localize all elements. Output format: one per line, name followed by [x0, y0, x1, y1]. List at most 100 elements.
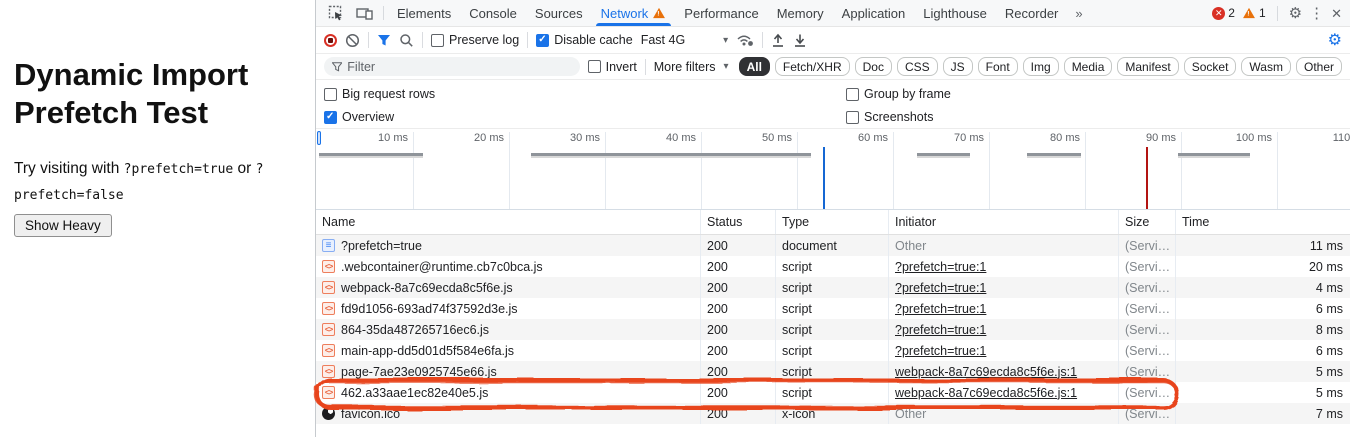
group-by-frame-checkbox[interactable]: Group by frame: [846, 87, 951, 101]
column-header-name[interactable]: Name: [316, 210, 701, 234]
request-row-864-35da487265716ec6-js[interactable]: <>864-35da487265716ec6.js200script?prefe…: [316, 319, 1350, 340]
more-filters-dropdown[interactable]: More filters▾: [654, 60, 729, 74]
request-time: 6 ms: [1176, 340, 1350, 361]
script-type-icon: <>: [322, 281, 335, 294]
initiator-link[interactable]: ?prefetch=true:1: [895, 260, 986, 274]
chip-manifest[interactable]: Manifest: [1117, 57, 1178, 76]
search-icon[interactable]: [399, 33, 414, 48]
document-type-icon: ≡: [322, 239, 335, 252]
initiator-link[interactable]: webpack-8a7c69ecda8c5f6e.js:1: [895, 386, 1077, 400]
tabbar-right-controls: ✕2 1 ⚙ ⋮ ✕: [1212, 0, 1350, 26]
column-header-type[interactable]: Type: [776, 210, 889, 234]
request-status: 200: [701, 319, 776, 340]
show-heavy-button[interactable]: Show Heavy: [14, 214, 112, 237]
column-header-status[interactable]: Status: [701, 210, 776, 234]
big-request-rows-checkbox[interactable]: Big request rows: [324, 87, 435, 101]
filter-toggle-icon[interactable]: [377, 34, 391, 47]
request-row--webcontainer-runtime-cb7c0bca-js[interactable]: <>.webcontainer@runtime.cb7c0bca.js200sc…: [316, 256, 1350, 277]
throttling-select[interactable]: Fast 4G▾: [641, 33, 729, 47]
chip-all[interactable]: All: [739, 57, 770, 76]
request-status: 200: [701, 277, 776, 298]
tab-recorder[interactable]: Recorder: [996, 0, 1067, 26]
overview-left-grip[interactable]: [317, 131, 321, 145]
tab-lighthouse[interactable]: Lighthouse: [914, 0, 996, 26]
chip-fetch-xhr[interactable]: Fetch/XHR: [775, 57, 850, 76]
initiator-text: Other: [895, 407, 926, 421]
tab-elements[interactable]: Elements: [388, 0, 460, 26]
divider: [368, 32, 369, 48]
tab-network[interactable]: Network: [592, 0, 676, 26]
filter-funnel-icon: [332, 62, 342, 72]
network-overview-timeline[interactable]: 10 ms20 ms30 ms40 ms50 ms60 ms70 ms80 ms…: [316, 129, 1350, 210]
invert-checkbox[interactable]: Invert: [588, 60, 637, 74]
chip-font[interactable]: Font: [978, 57, 1018, 76]
network-conditions-icon[interactable]: [736, 33, 754, 47]
inspect-element-icon[interactable]: [322, 0, 350, 26]
request-row--prefetch-true[interactable]: ≡?prefetch=true200documentOther(Servi…11…: [316, 235, 1350, 256]
console-errors-badge[interactable]: ✕2: [1212, 6, 1235, 20]
chip-wasm[interactable]: Wasm: [1241, 57, 1291, 76]
tab-console[interactable]: Console: [460, 0, 526, 26]
screenshot-root: { "page": { "title_line1": "Dynamic Impo…: [0, 0, 1350, 437]
device-toolbar-icon[interactable]: [350, 0, 379, 26]
divider: [762, 32, 763, 48]
request-time: 11 ms: [1176, 235, 1350, 256]
export-har-icon[interactable]: [793, 33, 807, 48]
import-har-icon[interactable]: [771, 33, 785, 48]
timeline-tick-label: 40 ms: [666, 132, 696, 144]
column-header-size[interactable]: Size: [1119, 210, 1176, 234]
initiator-link[interactable]: ?prefetch=true:1: [895, 323, 986, 337]
record-network-log-button[interactable]: [324, 34, 337, 47]
chip-other[interactable]: Other: [1296, 57, 1342, 76]
tab-memory[interactable]: Memory: [768, 0, 833, 26]
network-options: Big request rows Group by frame Overview…: [316, 80, 1350, 129]
clear-network-log-icon[interactable]: [345, 33, 360, 48]
tab-performance[interactable]: Performance: [675, 0, 767, 26]
requests-table: NameStatusTypeInitiatorSizeTime ≡?prefet…: [316, 210, 1350, 437]
overview-checkbox[interactable]: Overview: [324, 110, 394, 124]
network-warning-icon: [653, 8, 665, 18]
chip-doc[interactable]: Doc: [855, 57, 892, 76]
request-row-page-7ae23e0925745e66-js[interactable]: <>page-7ae23e0925745e66.js200scriptwebpa…: [316, 361, 1350, 382]
close-devtools-icon[interactable]: ✕: [1331, 7, 1342, 20]
request-time: 8 ms: [1176, 319, 1350, 340]
preserve-log-checkbox[interactable]: Preserve log: [431, 33, 519, 47]
filter-input[interactable]: [347, 60, 571, 74]
timeline-tick-label: 50 ms: [762, 132, 792, 144]
initiator-link[interactable]: webpack-8a7c69ecda8c5f6e.js:1: [895, 365, 1077, 379]
initiator-link[interactable]: ?prefetch=true:1: [895, 302, 986, 316]
network-filter-bar: Invert More filters▾ All Fetch/XHR Doc CSS J…: [316, 54, 1350, 80]
disable-cache-checkbox[interactable]: Disable cache: [536, 33, 633, 47]
kebab-menu-icon[interactable]: ⋮: [1309, 6, 1324, 21]
screenshots-checkbox[interactable]: Screenshots: [846, 110, 933, 124]
chip-css[interactable]: CSS: [897, 57, 938, 76]
initiator-link[interactable]: ?prefetch=true:1: [895, 344, 986, 358]
request-type: document: [776, 235, 889, 256]
tab-application[interactable]: Application: [833, 0, 915, 26]
request-row-webpack-8a7c69ecda8c5f6e-js[interactable]: <>webpack-8a7c69ecda8c5f6e.js200script?p…: [316, 277, 1350, 298]
request-size: (Servi…: [1119, 319, 1176, 340]
divider: [1277, 6, 1278, 21]
request-row-main-app-dd5d01d5f584e6fa-js[interactable]: <>main-app-dd5d01d5f584e6fa.js200script?…: [316, 340, 1350, 361]
devtools-tabbar: ElementsConsoleSourcesNetworkPerformance…: [316, 0, 1350, 27]
request-row-462-a33aae1ec82e40e5-js[interactable]: <>462.a33aae1ec82e40e5.js200scriptwebpac…: [316, 382, 1350, 403]
network-settings-gear-icon[interactable]: ⚙: [1328, 30, 1342, 50]
chip-media[interactable]: Media: [1064, 57, 1113, 76]
console-warnings-badge[interactable]: 1: [1242, 6, 1266, 20]
timeline-activity-bar: [531, 153, 811, 158]
settings-gear-icon[interactable]: ⚙: [1289, 6, 1302, 21]
column-header-time[interactable]: Time: [1176, 210, 1350, 234]
timeline-tick-label: 60 ms: [858, 132, 888, 144]
timeline-gridline: [701, 132, 702, 209]
request-row-favicon-ico[interactable]: favicon.ico200x-iconOther(Servi…7 ms: [316, 403, 1350, 424]
chip-socket[interactable]: Socket: [1184, 57, 1237, 76]
more-tabs-button[interactable]: »: [1067, 0, 1090, 26]
chip-js[interactable]: JS: [943, 57, 973, 76]
tab-sources[interactable]: Sources: [526, 0, 592, 26]
timeline-activity-bar: [319, 153, 423, 158]
script-type-icon: <>: [322, 302, 335, 315]
column-header-initiator[interactable]: Initiator: [889, 210, 1119, 234]
chip-img[interactable]: Img: [1023, 57, 1059, 76]
initiator-link[interactable]: ?prefetch=true:1: [895, 281, 986, 295]
request-row-fd9d1056-693ad74f37592d3e-js[interactable]: <>fd9d1056-693ad74f37592d3e.js200script?…: [316, 298, 1350, 319]
